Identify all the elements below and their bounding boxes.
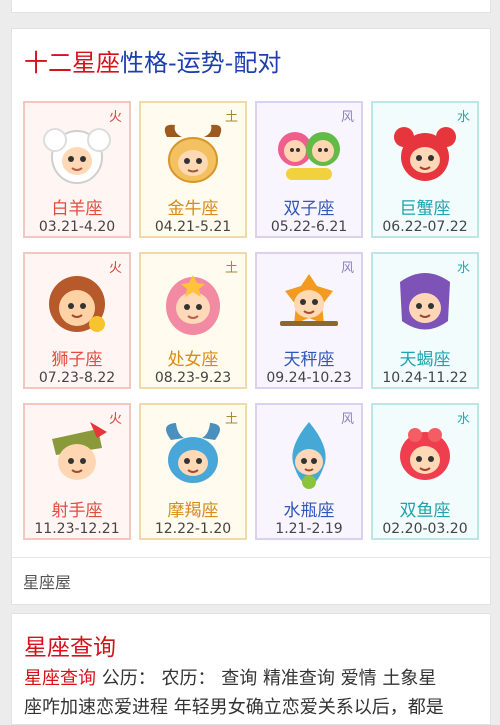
sign-name[interactable]: 双鱼座 [373,496,477,521]
scorpio-mascot-icon [400,273,450,330]
line1-tail[interactable]: 土象星 [382,668,436,689]
taurus-mascot-icon [164,124,222,183]
query-line2[interactable]: 座咋加速恋爱进程 年轻男女确立恋爱关系以后，都是 [24,697,444,718]
sign-dates: 07.23-8.22 [38,370,116,386]
zodiac-card: 十二星座性格-运势-配对 火 白羊座 03.21-4.20 土 金牛座 04.2… [11,28,491,605]
libra-mascot-icon [280,274,338,326]
pisces-mascot-icon [400,428,450,480]
aquarius-mascot-icon [292,422,326,489]
sign-dates: 09.24-10.23 [266,370,352,386]
sign-dates: 04.21-5.21 [154,219,232,235]
zodiac-cell-sagittarius[interactable]: 火 射手座 11.23-12.21 [23,403,131,540]
zodiac-cell-scorpio[interactable]: 水 天蝎座 10.24-11.22 [371,252,479,389]
sign-name[interactable]: 天蝎座 [373,345,477,370]
sign-name[interactable]: 白羊座 [25,194,129,219]
section-title-blue[interactable]: 性格-运势-配对 [120,49,281,77]
sign-name[interactable]: 水瓶座 [257,496,361,521]
sign-dates: 1.21-2.19 [275,521,343,537]
sign-name[interactable]: 巨蟹座 [373,194,477,219]
sign-name[interactable]: 处女座 [141,345,245,370]
zodiac-cell-capricorn[interactable]: 土 摩羯座 12.22-1.20 [139,403,247,540]
cancer-mascot-icon [394,127,456,181]
sign-name[interactable]: 射手座 [25,496,129,521]
section-title[interactable]: 十二星座性格-运势-配对 [24,43,281,78]
aries-mascot-icon [43,128,111,184]
sign-dates: 12.22-1.20 [154,521,232,537]
zodiac-cell-virgo[interactable]: 土 处女座 08.23-9.23 [139,252,247,389]
zodiac-cell-cancer[interactable]: 水 巨蟹座 06.22-07.22 [371,101,479,238]
zodiac-cell-taurus[interactable]: 土 金牛座 04.21-5.21 [139,101,247,238]
sign-name[interactable]: 狮子座 [25,345,129,370]
sign-dates: 03.21-4.20 [38,219,116,235]
query-text: 星座查询 公历： 农历： 查询 精准查询 爱情 土象星 座咋加速恋爱进程 年轻男… [24,664,480,722]
search-link[interactable]: 查询 [221,668,257,689]
sign-dates: 05.22-6.21 [270,219,348,235]
capricorn-mascot-icon [166,423,220,483]
gemini-mascot-icon [278,132,340,180]
nongli-label: 农历： [161,668,216,689]
previous-card [11,0,491,13]
sign-dates: 10.24-11.22 [382,370,468,386]
sign-dates: 02.20-03.20 [382,521,468,537]
zodiac-cell-aries[interactable]: 火 白羊座 03.21-4.20 [23,101,131,238]
gongli-label: 公历： [101,668,156,689]
leo-mascot-icon [49,276,105,332]
section-divider [12,557,490,558]
zodiac-cell-libra[interactable]: 风 天秤座 09.24-10.23 [255,252,363,389]
zodiac-grid: 火 白羊座 03.21-4.20 土 金牛座 04.21-5.21 风 双子座 … [23,101,479,551]
love-link[interactable]: 爱情 [341,668,377,689]
sagittarius-mascot-icon [52,422,107,480]
sign-name[interactable]: 摩羯座 [141,496,245,521]
precise-search-link[interactable]: 精准查询 [263,668,335,689]
sign-dates: 06.22-07.22 [382,219,468,235]
sign-dates: 08.23-9.23 [154,370,232,386]
sign-name[interactable]: 金牛座 [141,194,245,219]
query-link[interactable]: 星座查询 [24,668,96,689]
zodiac-cell-gemini[interactable]: 风 双子座 05.22-6.21 [255,101,363,238]
zodiac-cell-leo[interactable]: 火 狮子座 07.23-8.22 [23,252,131,389]
virgo-mascot-icon [166,275,220,335]
sign-name[interactable]: 天秤座 [257,345,361,370]
zodiac-cell-pisces[interactable]: 水 双鱼座 02.20-03.20 [371,403,479,540]
section-title-red[interactable]: 十二星座 [24,49,120,77]
footer-label[interactable]: 星座屋 [23,569,71,593]
query-card: 星座查询 星座查询 公历： 农历： 查询 精准查询 爱情 土象星 座咋加速恋爱进… [11,613,491,725]
sign-name[interactable]: 双子座 [257,194,361,219]
query-title[interactable]: 星座查询 [24,628,116,662]
zodiac-cell-aquarius[interactable]: 风 水瓶座 1.21-2.19 [255,403,363,540]
sign-dates: 11.23-12.21 [34,521,120,537]
